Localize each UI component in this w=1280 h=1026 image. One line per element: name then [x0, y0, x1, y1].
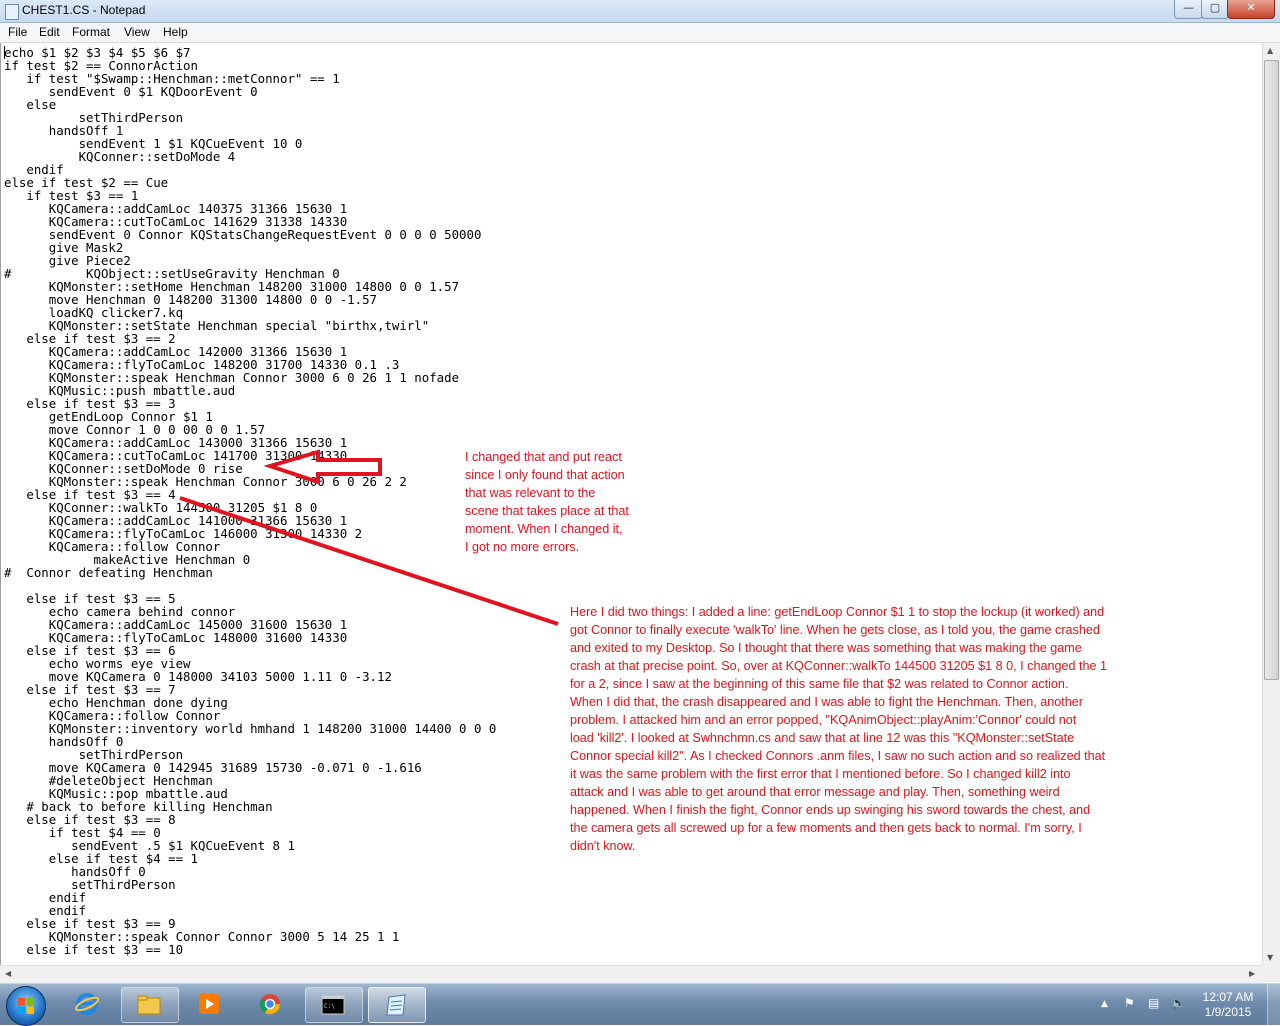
show-desktop-button[interactable]	[1267, 984, 1280, 1025]
taskbar-file-explorer[interactable]	[121, 987, 179, 1023]
annotation-line: Here I did two things: I added a line: g…	[570, 605, 1105, 619]
clock-time: 12:07 AM	[1202, 990, 1254, 1004]
annotation-line: crash at that precise point. So, over at…	[570, 659, 1107, 673]
menu-help[interactable]: Help	[163, 25, 188, 39]
minimize-button[interactable]: —	[1174, 0, 1203, 19]
taskbar-notepad[interactable]	[368, 987, 426, 1023]
annotation-line: the camera gets all screwed up for a few…	[570, 821, 1082, 835]
annotation-line: moment. When I changed it,	[465, 522, 623, 536]
annotation-line: and exited to my Desktop. So I thought t…	[570, 641, 1082, 655]
scrollbar-corner	[1262, 965, 1280, 982]
annotation-line: attack and I was able to get around that…	[570, 785, 1060, 799]
menu-view[interactable]: View	[124, 25, 150, 39]
maximize-button[interactable]: ▢	[1201, 0, 1229, 19]
annotation-line: When I did that, the crash disappeared a…	[570, 695, 1083, 709]
menu-edit[interactable]: Edit	[39, 25, 60, 39]
annotation-line: I changed that and put react	[465, 450, 622, 464]
notepad-app-icon	[386, 994, 406, 1016]
annotation-line: since I only found that action	[465, 468, 625, 482]
document-line: else if test $3 == 10	[4, 942, 184, 957]
annotation-line: Connor special kill2". As I checked Conn…	[570, 749, 1106, 763]
menu-bar: File Edit Format View Help	[0, 23, 1280, 43]
annotation-line: scene that takes place at that	[465, 504, 629, 518]
annotation-line: got Connor to finally execute 'walkTo' l…	[570, 623, 1100, 637]
command-prompt-icon: C:\	[321, 995, 345, 1015]
scroll-right-arrow-icon[interactable]: ▶	[1249, 969, 1255, 978]
taskbar-command-prompt[interactable]: C:\	[305, 987, 363, 1023]
svg-text:C:\: C:\	[324, 1003, 335, 1010]
network-icon[interactable]: ▤	[1148, 996, 1159, 1010]
folder-icon	[137, 995, 161, 1015]
window-title: CHEST1.CS - Notepad	[22, 3, 146, 17]
windows-logo-icon	[18, 998, 34, 1014]
chrome-icon	[259, 994, 281, 1015]
action-center-flag-icon[interactable]: ⚑	[1124, 996, 1135, 1010]
annotation-line: I got no more errors.	[465, 540, 580, 554]
scroll-up-arrow-icon[interactable]: ▲	[1267, 46, 1273, 55]
annotation-line: happened. When I finish the fight, Conno…	[570, 803, 1091, 817]
system-clock[interactable]: 12:07 AM 1/9/2015	[1197, 990, 1259, 1020]
annotation-note-long: Here I did two things: I added a line: g…	[570, 603, 1170, 855]
scroll-left-arrow-icon[interactable]: ◀	[5, 969, 11, 978]
start-button[interactable]	[6, 986, 46, 1026]
title-bar[interactable]: CHEST1.CS - Notepad — ▢ ✕	[0, 0, 1280, 23]
annotation-line: problem. I attacked him and an error pop…	[570, 713, 1077, 727]
close-button[interactable]: ✕	[1227, 0, 1275, 19]
annotation-line: that was relevant to the	[465, 486, 596, 500]
document-line: # Connor defeating Henchman	[4, 565, 213, 580]
taskbar: C:\ ▲ ⚑ ▤ 🔈 12:07 AM 1/9/2015	[0, 983, 1280, 1026]
taskbar-chrome[interactable]	[243, 987, 299, 1021]
media-player-icon	[199, 994, 219, 1014]
annotation-line: didn't know.	[570, 839, 636, 853]
menu-format[interactable]: Format	[72, 25, 110, 39]
scroll-down-arrow-icon[interactable]: ▼	[1267, 953, 1273, 962]
menu-file[interactable]: File	[8, 25, 27, 39]
annotation-line: it was the same problem with the first e…	[570, 767, 1071, 781]
volume-icon[interactable]: 🔈	[1171, 996, 1186, 1010]
annotation-line: for a 2, since I saw at the beginning of…	[570, 677, 1069, 691]
vertical-scroll-thumb[interactable]	[1264, 60, 1279, 680]
clock-date: 1/9/2015	[1204, 1005, 1252, 1019]
horizontal-scrollbar[interactable]	[0, 965, 1262, 983]
annotation-note-short: I changed that and put react since I only…	[465, 448, 655, 556]
show-hidden-icons-button[interactable]: ▲	[1101, 999, 1108, 1009]
taskbar-media-player[interactable]	[182, 987, 238, 1021]
taskbar-internet-explorer[interactable]	[60, 987, 116, 1021]
annotation-line: load 'kill2'. I looked at Swhnchmn.cs an…	[570, 731, 1075, 745]
internet-explorer-icon	[74, 993, 100, 1015]
notepad-icon	[5, 4, 19, 20]
